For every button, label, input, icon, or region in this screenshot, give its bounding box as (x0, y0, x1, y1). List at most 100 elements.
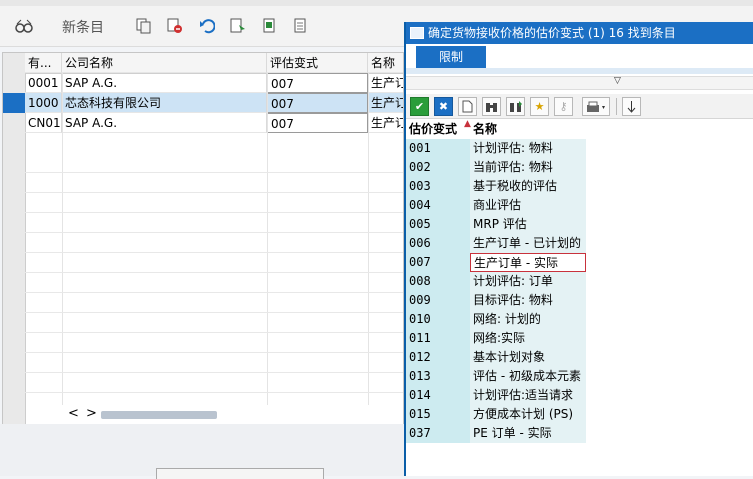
column-header-company[interactable]: 公司名称 (62, 53, 267, 73)
list-item-name[interactable]: 评估 - 初级成本元素 (470, 367, 586, 386)
row-selector[interactable] (3, 73, 25, 93)
tab-restrictions[interactable]: 限制 (416, 46, 486, 68)
list-item[interactable]: 003 基于税收的评估 (406, 177, 586, 196)
table-cell-code[interactable]: 1000 (25, 93, 62, 113)
list-item[interactable]: 015 方便成本计划 (PS) (406, 405, 586, 424)
table-cell-variant[interactable]: 007 (267, 73, 368, 93)
select-block-icon[interactable] (261, 16, 281, 36)
list-item[interactable]: 004 商业评估 (406, 196, 586, 215)
list-item-code[interactable]: 003 (406, 177, 470, 196)
cancel-icon[interactable]: ✖ (434, 97, 453, 116)
list-item-name[interactable]: 计划评估: 物料 (470, 139, 586, 158)
table-cell-company[interactable]: SAP A.G. (62, 73, 267, 93)
company-variant-table: 有... 公司名称 评估变式 名称 0001 SAP A.G. 007 生产订 … (2, 52, 404, 426)
list-item-code[interactable]: 037 (406, 424, 470, 443)
delete-icon[interactable] (165, 16, 185, 36)
column-header-code[interactable]: 有... (25, 53, 62, 73)
list-item[interactable]: 010 网络: 计划的 (406, 310, 586, 329)
table-cell-code[interactable]: 0001 (25, 73, 62, 93)
list-item-name[interactable]: 目标评估: 物料 (470, 291, 586, 310)
copy-icon[interactable] (134, 16, 154, 36)
list-item[interactable]: 008 计划评估: 订单 (406, 272, 586, 291)
table-cell-company[interactable]: 芯态科技有限公司 (62, 93, 267, 113)
list-item-name[interactable]: 方便成本计划 (PS) (470, 405, 586, 424)
sort-ascending-icon: ▲ (464, 119, 471, 129)
horizontal-scrollbar[interactable]: < > (63, 406, 223, 421)
list-item[interactable]: 014 计划评估:适当请求 (406, 386, 586, 405)
toolbar-separator (616, 98, 617, 115)
list-item-name[interactable]: 网络: 计划的 (470, 310, 586, 329)
check-icon[interactable]: ✔ (410, 97, 429, 116)
list-item[interactable]: 011 网络:实际 (406, 329, 586, 348)
list-item-code[interactable]: 005 (406, 215, 470, 234)
undo-icon[interactable] (197, 16, 217, 36)
scroll-thumb[interactable] (101, 411, 217, 419)
list-item-code[interactable]: 008 (406, 272, 470, 291)
table-header: 有... 公司名称 评估变式 名称 (25, 53, 403, 74)
sort-icon[interactable] (622, 97, 641, 116)
list-item-code[interactable]: 012 (406, 348, 470, 367)
list-item-name[interactable]: 计划评估:适当请求 (470, 386, 586, 405)
list-item[interactable]: 037 PE 订单 - 实际 (406, 424, 586, 443)
list-item-name[interactable]: 商业评估 (470, 196, 586, 215)
list-item[interactable]: 013 评估 - 初级成本元素 (406, 367, 586, 386)
value-help-dialog: 确定货物接收价格的估价变式 (1) 16 找到条目 限制 ▽ ✔ ✖ ★ ⚷ 估… (404, 22, 753, 476)
table-cell-code[interactable]: CN01 (25, 113, 62, 133)
list-item[interactable]: 009 目标评估: 物料 (406, 291, 586, 310)
add-favorite-icon[interactable]: ★ (530, 97, 549, 116)
table-cell-name: 生产订 (368, 93, 403, 113)
list-item-name[interactable]: 计划评估: 订单 (470, 272, 586, 291)
list-item-name[interactable]: PE 订单 - 实际 (470, 424, 586, 443)
find-icon[interactable] (482, 97, 501, 116)
list-item[interactable]: 007 生产订单 - 实际 (406, 253, 586, 272)
dialog-toolbar: ✔ ✖ ★ ⚷ (406, 94, 753, 119)
list-item-name[interactable]: 网络:实际 (470, 329, 586, 348)
find-next-icon[interactable] (506, 97, 525, 116)
row-selector-selected[interactable] (3, 93, 25, 113)
column-header-name[interactable]: 名称 (368, 53, 403, 73)
list-item[interactable]: 012 基本计划对象 (406, 348, 586, 367)
list-item-code[interactable]: 013 (406, 367, 470, 386)
column-header-variant[interactable]: 评估变式 (267, 53, 368, 73)
list-item[interactable]: 006 生产订单 - 已计划的 (406, 234, 586, 253)
key-icon: ⚷ (554, 97, 573, 116)
scroll-right-icon[interactable]: > (86, 406, 97, 421)
select-all-icon[interactable] (228, 16, 248, 36)
column-header-name[interactable]: 名称 (473, 120, 497, 138)
list-item-code[interactable]: 001 (406, 139, 470, 158)
list-item-name[interactable]: 生产订单 - 已计划的 (470, 234, 586, 253)
collapse-arrow-icon[interactable]: ▽ (614, 76, 621, 86)
list-item-code[interactable]: 007 (406, 253, 470, 272)
list-item-code[interactable]: 015 (406, 405, 470, 424)
list-item-code[interactable]: 006 (406, 234, 470, 253)
list-item-code[interactable]: 010 (406, 310, 470, 329)
table-cell-variant[interactable]: 007 (267, 113, 368, 133)
new-document-icon[interactable] (458, 97, 477, 116)
list-item[interactable]: 001 计划评估: 物料 (406, 139, 586, 158)
row-selector[interactable] (3, 113, 25, 133)
list-item[interactable]: 005 MRP 评估 (406, 215, 586, 234)
list-item-code[interactable]: 002 (406, 158, 470, 177)
list-item-name[interactable]: 基本计划对象 (470, 348, 586, 367)
list-item-name[interactable]: 基于税收的评估 (470, 177, 586, 196)
collapse-strip[interactable] (406, 76, 753, 90)
empty-rows (25, 153, 403, 405)
list-item-code[interactable]: 004 (406, 196, 470, 215)
list-item-code[interactable]: 011 (406, 329, 470, 348)
table-cell-company[interactable]: SAP A.G. (62, 113, 267, 133)
list-item-name[interactable]: 生产订单 - 实际 (470, 253, 586, 272)
scroll-left-icon[interactable]: < (68, 406, 79, 421)
deselect-icon[interactable] (292, 16, 312, 36)
dialog-title-bar: 确定货物接收价格的估价变式 (1) 16 找到条目 (406, 22, 753, 44)
glasses-icon[interactable] (14, 16, 34, 36)
list-item[interactable]: 002 当前评估: 物料 (406, 158, 586, 177)
table-cell-variant[interactable]: 007 (267, 93, 368, 113)
column-header-variant-code[interactable]: 估价变式 (409, 120, 457, 138)
new-item-button[interactable]: 新条目 (62, 17, 104, 37)
print-icon[interactable] (582, 97, 610, 116)
list-item-code[interactable]: 009 (406, 291, 470, 310)
list-item-name[interactable]: MRP 评估 (470, 215, 586, 234)
list-item-name[interactable]: 当前评估: 物料 (470, 158, 586, 177)
list-item-code[interactable]: 014 (406, 386, 470, 405)
footer-button[interactable] (156, 468, 324, 479)
